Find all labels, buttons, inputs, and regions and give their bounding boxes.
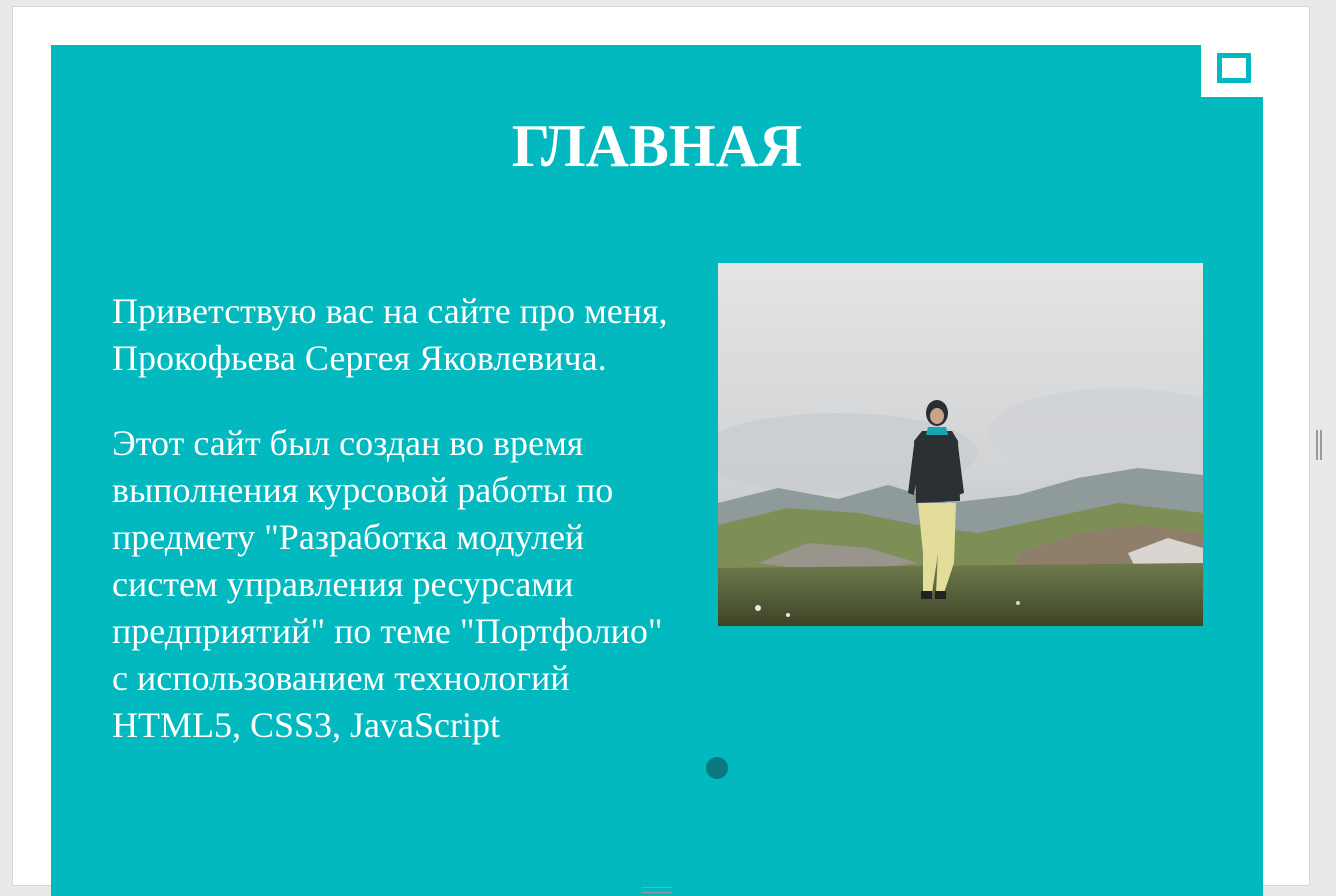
profile-photo	[718, 263, 1203, 626]
intro-paragraph-about-site: Этот сайт был создан во время выполнения…	[112, 423, 663, 745]
vertical-resize-handle[interactable]	[1316, 430, 1324, 460]
horizontal-resize-handle[interactable]	[642, 887, 672, 893]
page-title: ГЛАВНАЯ	[511, 113, 803, 179]
intro-paragraph-greeting: Приветствую вас на сайте про меня, Проко…	[112, 291, 668, 378]
intro-text: Приветствую вас на сайте про меня, Проко…	[112, 288, 672, 787]
menu-square-icon	[1217, 53, 1251, 83]
menu-toggle-button[interactable]	[1201, 45, 1263, 97]
mouse-cursor-indicator	[706, 757, 728, 779]
